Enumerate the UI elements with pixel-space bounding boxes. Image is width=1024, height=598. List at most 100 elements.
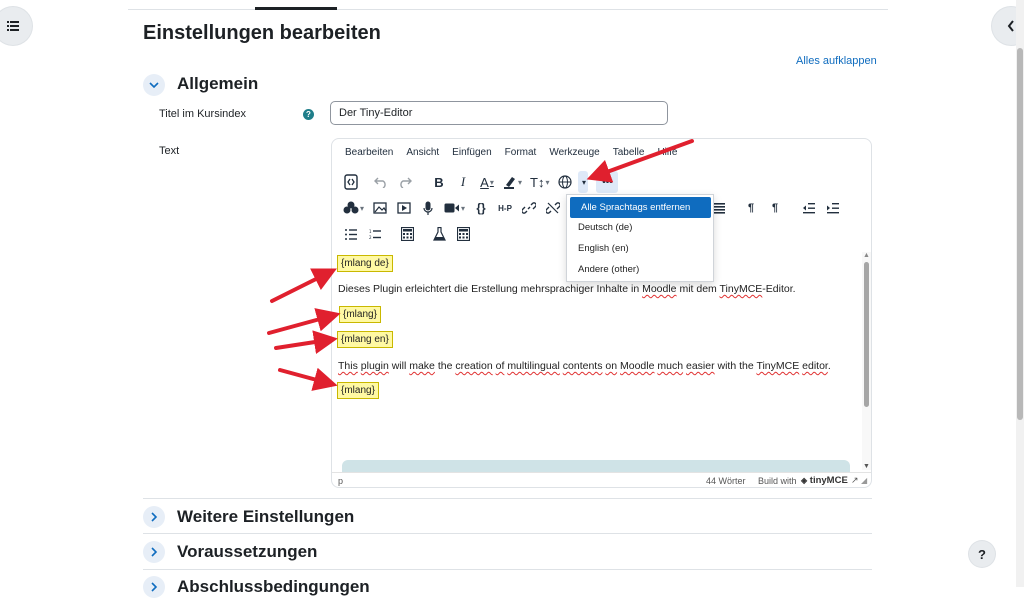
menu-hilfe[interactable]: Hilfe [657,147,677,163]
editor-scrollbar-thumb[interactable] [864,262,869,407]
redo-button[interactable] [394,171,416,193]
title-input[interactable] [330,101,668,125]
numbered-list-icon: 12 [369,229,381,240]
help-icon[interactable]: ? [303,109,314,120]
editor-content[interactable]: {mlang de} Dieses Plugin erleichtert die… [332,252,862,468]
mlang-tag-de: {mlang de} [337,255,393,272]
scroll-up-icon[interactable]: ▲ [863,252,870,259]
section-general-title[interactable]: Allgemein [177,74,258,94]
font-color-button[interactable]: A ▾ [476,171,498,193]
menu-format[interactable]: Format [505,147,537,163]
bullet-list-button[interactable] [340,223,362,245]
section-more-settings-toggle[interactable] [143,506,165,528]
globe-icon [558,175,573,189]
unlink-icon [546,202,561,214]
paragraph-en-word: plugin [360,360,389,372]
active-tab-indicator [255,7,337,10]
dropdown-item-english[interactable]: English (en) [567,238,713,259]
italic-button[interactable]: I [452,171,474,193]
menu-werkzeuge[interactable]: Werkzeuge [549,147,599,163]
build-with-label: Build with [758,476,797,486]
bold-button[interactable]: B [428,171,450,193]
calculator-icon [400,227,414,241]
menu-einfuegen[interactable]: Einfügen [452,147,491,163]
paragraph-en-text: with the [714,360,757,372]
resize-handle-icon[interactable]: ◢ [861,476,867,485]
course-index-toggle-button[interactable] [0,7,32,45]
dropdown-item-remove-all-tags[interactable]: Alle Sprachtags entfernen [570,197,711,218]
chevron-right-icon [150,512,157,522]
mlang-tag-en: {mlang en} [337,331,393,348]
arrow-to-mlang-de [270,268,337,303]
help-button[interactable]: ? [969,541,995,567]
section-general-toggle[interactable] [143,74,165,96]
chemistry-button[interactable] [428,223,450,245]
paragraph-en-word: creation [455,360,493,372]
calculator-button[interactable] [396,223,418,245]
link-button[interactable] [518,197,540,219]
section-more-settings-title[interactable]: Weitere Einstellungen [177,507,354,527]
page-scrollbar[interactable] [1016,0,1024,587]
highlight-color-button[interactable]: ▾ [500,171,525,193]
menu-ansicht[interactable]: Ansicht [406,147,439,163]
section-completion-toggle[interactable] [143,576,165,598]
cluster-icon [343,201,359,214]
dropdown-item-other[interactable]: Andere (other) [567,259,713,280]
image-icon [373,202,387,214]
flask-icon [432,227,446,241]
section-restrictions-title[interactable]: Voraussetzungen [177,542,317,562]
paragraph-en-word: editor [802,360,828,372]
more-button[interactable]: ••• [596,171,619,193]
undo-button[interactable] [370,171,392,193]
paragraph-de-text-1: Dieses Plugin erleichtert die Erstellung… [338,283,643,295]
editor-scrollbar[interactable]: ▲ ▼ [862,252,871,470]
section-completion-title[interactable]: Abschlussbedingungen [177,577,370,597]
menu-tabelle[interactable]: Tabelle [613,147,645,163]
image-button[interactable] [369,197,391,219]
language-button[interactable] [554,171,576,193]
expand-all-link[interactable]: Alles aufklappen [796,55,877,67]
rtl-button[interactable]: ¶ [764,197,786,219]
menu-bearbeiten[interactable]: Bearbeiten [345,147,393,163]
chevron-right-icon [150,582,157,592]
font-size-button[interactable]: T↕ ▾ [527,171,552,193]
link-icon [522,202,537,214]
source-code-button[interactable] [340,171,362,193]
language-dropdown-toggle[interactable]: ▾ [578,171,589,193]
scroll-down-icon[interactable]: ▼ [863,463,870,470]
equation-button[interactable]: {} [470,197,492,219]
ltr-button[interactable]: ¶ [740,197,762,219]
highlighter-icon [504,177,515,189]
title-label: Titel im Kursindex [159,108,247,120]
numbered-list-button[interactable]: 12 [364,223,386,245]
redo-icon [400,177,412,188]
table-calculator-button[interactable] [452,223,474,245]
editor-menubar: Bearbeiten Ansicht Einfügen Format Werkz… [332,147,677,163]
record-video-button[interactable]: ▾ [441,197,468,219]
play-icon [397,202,411,214]
section-restrictions-toggle[interactable] [143,541,165,563]
record-audio-button[interactable] [417,197,439,219]
paragraph-de: Dieses Plugin erleichtert die Erstellung… [338,283,796,295]
paragraph-de-word-moodle: Moodle [642,283,677,295]
chevron-right-icon [150,547,157,557]
paragraph-de-text-2: mit dem [676,283,720,295]
bullet-list-icon [345,228,357,240]
word-count[interactable]: 44 Wörter [706,476,746,486]
unlink-button[interactable] [542,197,564,219]
outdent-button[interactable] [798,197,820,219]
element-path[interactable]: p [338,476,343,486]
dropdown-item-deutsch[interactable]: Deutsch (de) [567,217,713,238]
page-scrollbar-thumb[interactable] [1017,48,1023,420]
moodle-media-button[interactable]: ▾ [340,197,367,219]
media-button[interactable] [393,197,415,219]
tinymce-logo[interactable]: ◈ tinyMCE [801,475,848,486]
font-size-icon: T↕ [530,174,545,190]
indent-button[interactable] [822,197,844,219]
toolbar-row-2: ▾ ▾ {} H-P [340,197,566,219]
external-link-icon[interactable]: ↗ [851,475,859,486]
h5p-button[interactable]: H-P [494,197,516,219]
help-question-icon: ? [978,546,986,562]
paragraph-en-word: on [605,360,618,372]
toolbar-row-2-right: ¶ ¶ [708,197,846,219]
